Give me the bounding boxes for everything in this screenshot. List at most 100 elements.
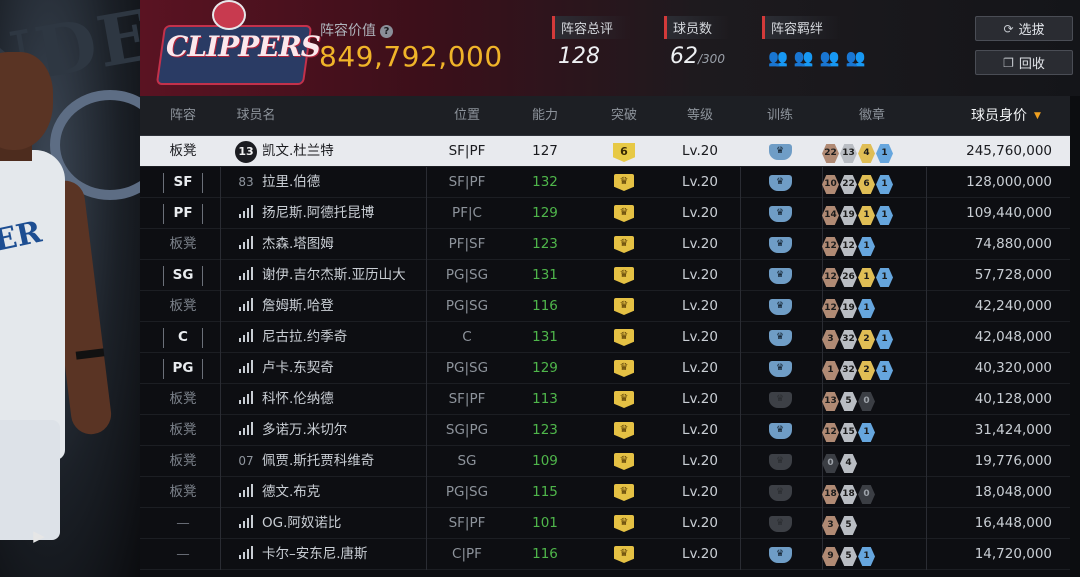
col-training[interactable]: 训练	[740, 96, 820, 136]
col-position[interactable]: 位置	[422, 96, 512, 136]
role-cell[interactable]: 板凳	[148, 136, 218, 167]
table-row[interactable]: 板凳詹姆斯.哈登PG|SG116Lv.201219142,240,000	[140, 291, 1070, 322]
role-cell[interactable]: PG	[148, 353, 218, 384]
recycle-button[interactable]: ❐ 回收	[975, 50, 1073, 75]
table-row[interactable]: 板凳科怀.伦纳德SF|PF113Lv.20135040,128,000	[140, 384, 1070, 415]
role-cell[interactable]: —	[148, 539, 218, 570]
training-cell[interactable]	[740, 353, 820, 384]
training-cell[interactable]	[740, 260, 820, 291]
training-cell[interactable]	[740, 539, 820, 570]
training-cell[interactable]	[740, 229, 820, 260]
training-icon[interactable]	[768, 392, 792, 408]
breakthrough-cell[interactable]	[588, 353, 660, 384]
col-role[interactable]: 阵容	[148, 96, 218, 136]
training-icon[interactable]	[768, 206, 792, 222]
breakthrough-cell[interactable]	[588, 291, 660, 322]
badges-cell[interactable]: 10 22 6 1	[822, 167, 922, 198]
col-level[interactable]: 等级	[660, 96, 740, 136]
breakthrough-cell[interactable]	[588, 198, 660, 229]
table-row[interactable]: —卡尔–安东尼.唐斯C|PF116Lv.2095114,720,000	[140, 539, 1070, 570]
training-cell[interactable]	[740, 446, 820, 477]
col-price[interactable]: 球员身价 ▼	[950, 96, 1062, 136]
bond-bronze-icon[interactable]: 👥	[768, 48, 788, 68]
col-badges[interactable]: 徽章	[822, 96, 922, 136]
badges-cell[interactable]: 12 26 1 1	[822, 260, 922, 291]
training-icon[interactable]	[768, 485, 792, 501]
table-row[interactable]: PF扬尼斯.阿德托昆博PF|C129Lv.20141911109,440,000	[140, 198, 1070, 229]
training-cell[interactable]	[740, 322, 820, 353]
badges-cell[interactable]: 12 19 1	[822, 291, 922, 322]
badges-cell[interactable]: 22 13 4 1	[822, 136, 922, 167]
col-name[interactable]: 球员名	[233, 96, 279, 136]
training-icon[interactable]	[768, 299, 792, 315]
training-icon[interactable]	[768, 547, 792, 563]
badges-cell[interactable]: 18 18 0	[822, 477, 922, 508]
role-cell[interactable]: 板凳	[148, 477, 218, 508]
badges-cell[interactable]: 3 32 2 1	[822, 322, 922, 353]
play-video-icon[interactable]: ▶	[27, 526, 51, 546]
role-cell[interactable]: SG	[148, 260, 218, 291]
badges-cell[interactable]: 04	[822, 446, 922, 477]
role-cell[interactable]: 板凳	[148, 415, 218, 446]
role-cell[interactable]: 板凳	[148, 229, 218, 260]
training-icon[interactable]	[768, 454, 792, 470]
training-icon[interactable]	[768, 361, 792, 377]
col-breakthrough[interactable]: 突破	[588, 96, 660, 136]
training-icon[interactable]	[768, 268, 792, 284]
training-icon[interactable]	[768, 175, 792, 191]
table-row[interactable]: 板凳杰森.塔图姆PF|SF123Lv.201212174,880,000	[140, 229, 1070, 260]
bond-silver-icon[interactable]: 👥	[794, 48, 814, 68]
table-row[interactable]: 板凳德文.布克PG|SG115Lv.201818018,048,000	[140, 477, 1070, 508]
breakthrough-cell[interactable]	[588, 508, 660, 539]
role-cell[interactable]: 板凳	[148, 446, 218, 477]
bond-blue-icon[interactable]: 👥	[846, 48, 866, 68]
table-row[interactable]: C尼古拉.约季奇C131Lv.203322142,048,000	[140, 322, 1070, 353]
select-button[interactable]: ⟳ 选拔	[975, 16, 1073, 41]
table-row[interactable]: SG谢伊.吉尔杰斯.亚历山大PG|SG131Lv.2012261157,728,…	[140, 260, 1070, 291]
training-cell[interactable]	[740, 415, 820, 446]
training-cell[interactable]	[740, 136, 820, 167]
role-cell[interactable]: —	[148, 508, 218, 539]
breakthrough-cell[interactable]	[588, 446, 660, 477]
table-row[interactable]: SF83拉里.伯德SF|PF132Lv.20102261128,000,000	[140, 167, 1070, 198]
table-row[interactable]: 板凳多诺万.米切尔SG|PG123Lv.201215131,424,000	[140, 415, 1070, 446]
training-cell[interactable]	[740, 384, 820, 415]
badges-cell[interactable]: 12 15 1	[822, 415, 922, 446]
role-cell[interactable]: PF	[148, 198, 218, 229]
breakthrough-cell[interactable]: 6	[588, 136, 660, 167]
table-row[interactable]: PG卢卡.东契奇PG|SG129Lv.201322140,320,000	[140, 353, 1070, 384]
training-icon[interactable]	[768, 237, 792, 253]
breakthrough-cell[interactable]	[588, 322, 660, 353]
training-icon[interactable]	[768, 330, 792, 346]
role-cell[interactable]: SF	[148, 167, 218, 198]
badges-cell[interactable]: 35	[822, 508, 922, 539]
training-cell[interactable]	[740, 477, 820, 508]
role-cell[interactable]: 板凳	[148, 291, 218, 322]
badges-cell[interactable]: 12 12 1	[822, 229, 922, 260]
table-row[interactable]: 板凳13凯文.杜兰特SF|PF1276Lv.20221341245,760,00…	[140, 136, 1070, 167]
col-ability[interactable]: 能力	[508, 96, 582, 136]
training-cell[interactable]	[740, 198, 820, 229]
training-icon[interactable]	[768, 516, 792, 532]
training-cell[interactable]	[740, 508, 820, 539]
breakthrough-cell[interactable]	[588, 415, 660, 446]
badges-cell[interactable]: 14 19 1 1	[822, 198, 922, 229]
badges-cell[interactable]: 951	[822, 539, 922, 570]
table-row[interactable]: 板凳07佩贾.斯托贾科维奇SG109Lv.200419,776,000	[140, 446, 1070, 477]
training-cell[interactable]	[740, 291, 820, 322]
training-icon[interactable]	[768, 423, 792, 439]
breakthrough-cell[interactable]	[588, 229, 660, 260]
badges-cell[interactable]: 1 32 2 1	[822, 353, 922, 384]
training-icon[interactable]	[768, 144, 792, 160]
role-cell[interactable]: C	[148, 322, 218, 353]
breakthrough-cell[interactable]	[588, 539, 660, 570]
breakthrough-cell[interactable]	[588, 260, 660, 291]
breakthrough-cell[interactable]	[588, 167, 660, 198]
bond-gold-icon[interactable]: 👥	[820, 48, 840, 68]
breakthrough-cell[interactable]	[588, 477, 660, 508]
badges-cell[interactable]: 13 5 0	[822, 384, 922, 415]
role-cell[interactable]: 板凳	[148, 384, 218, 415]
breakthrough-cell[interactable]	[588, 384, 660, 415]
table-row[interactable]: —OG.阿奴诺比SF|PF101Lv.203516,448,000	[140, 508, 1070, 539]
help-icon[interactable]: ?	[380, 25, 393, 38]
